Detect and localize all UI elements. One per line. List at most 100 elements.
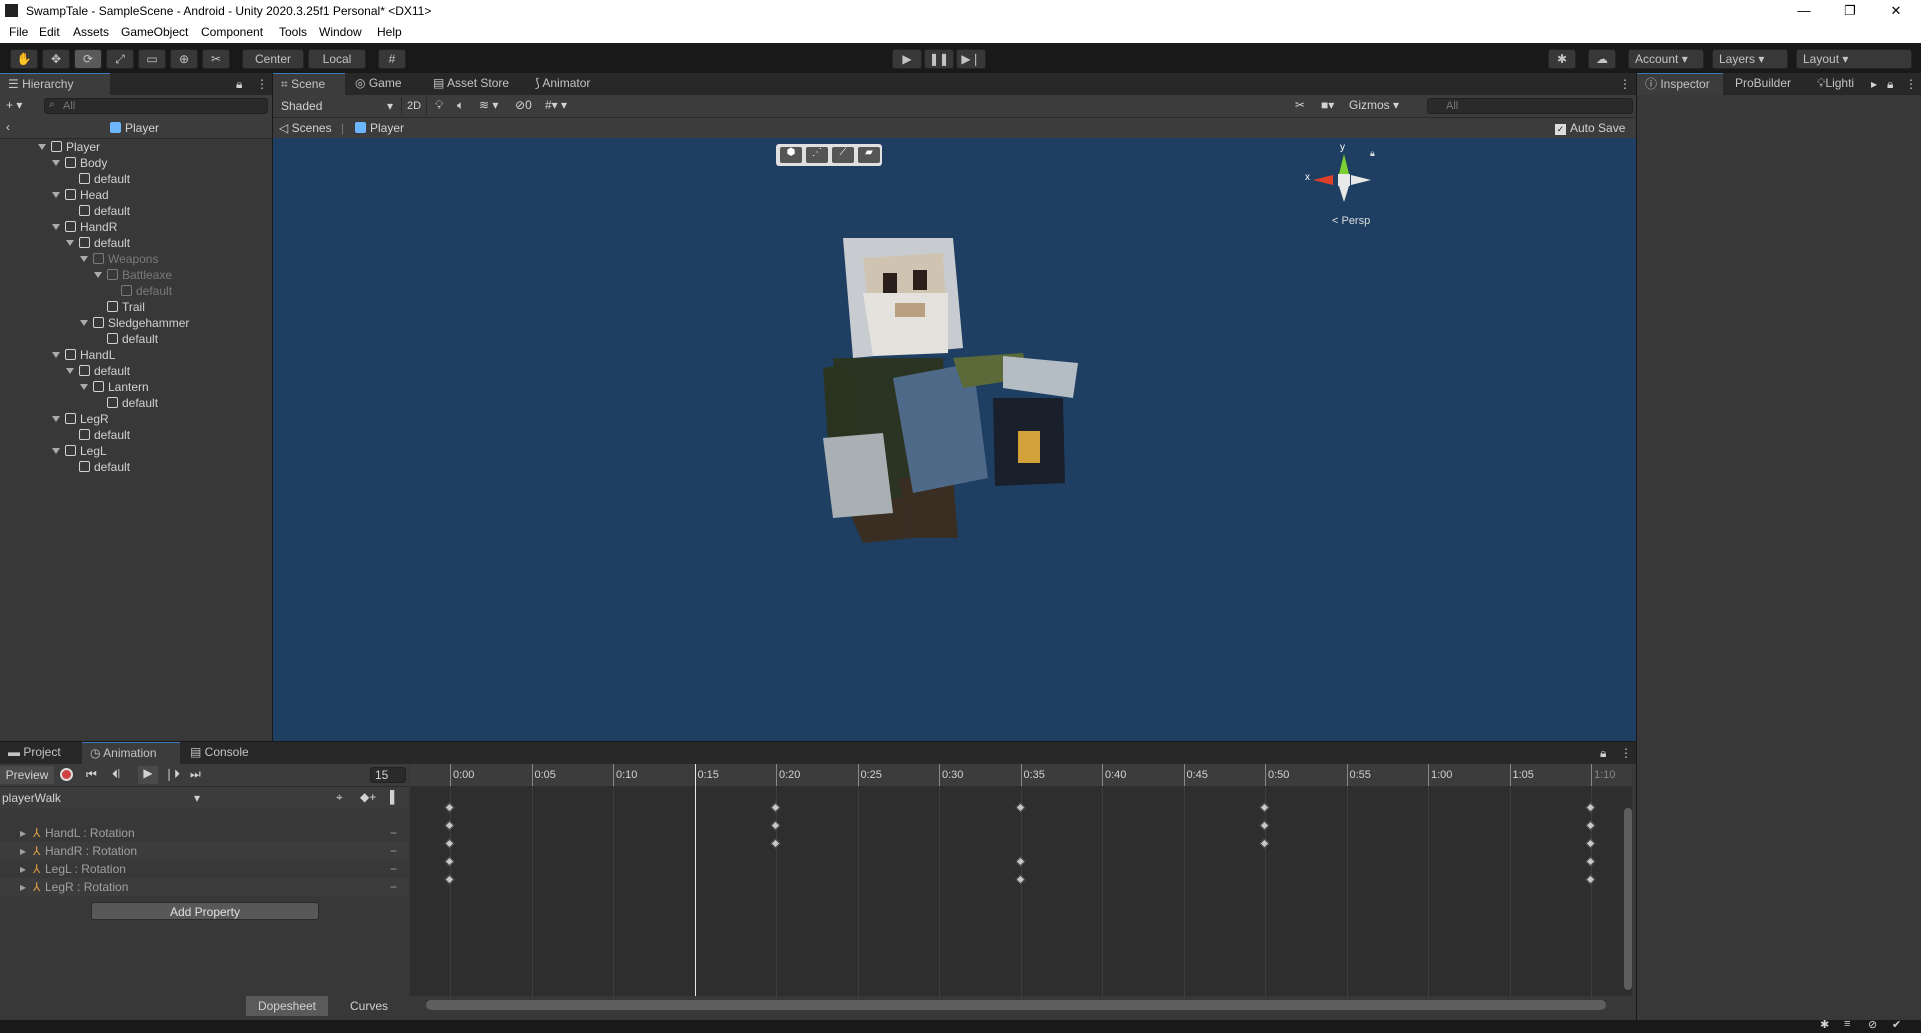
expand-arrow-icon[interactable]: ▸ xyxy=(20,878,26,896)
hierarchy-item[interactable]: default xyxy=(108,283,172,299)
expand-arrow-icon[interactable] xyxy=(80,320,88,326)
scale-tool-icon[interactable]: ⤢ xyxy=(106,49,134,69)
keyframe-area[interactable] xyxy=(410,764,1632,996)
hierarchy-item[interactable]: Trail xyxy=(94,299,145,315)
playhead[interactable] xyxy=(694,764,696,996)
curves-button[interactable]: Curves xyxy=(330,996,408,1016)
close-button[interactable]: ✕ xyxy=(1873,0,1919,22)
dopesheet-timeline[interactable]: 0:00 0:05 0:10 0:15 0:20 0:25 0:30 0:35 0:40 0:45… xyxy=(410,764,1632,1006)
anim-play-button[interactable]: ▶ xyxy=(138,766,158,784)
keyframe[interactable] xyxy=(1015,802,1025,813)
keyframe[interactable] xyxy=(770,820,781,831)
custom-tool-icon[interactable]: ✂ xyxy=(202,49,230,69)
expand-arrow-icon[interactable] xyxy=(66,368,74,374)
property-options-icon[interactable]: − xyxy=(390,860,397,878)
property-options-icon[interactable]: − xyxy=(390,824,397,842)
effects-icon[interactable]: ≋ ▾ xyxy=(479,98,498,112)
filter-selected-icon[interactable]: ⌖ xyxy=(336,790,343,805)
tab-game[interactable]: ◎ Game xyxy=(347,73,415,95)
keyframe[interactable] xyxy=(1585,838,1596,849)
inspector-lock-icon[interactable]: 🔒︎ xyxy=(1887,77,1893,92)
pivot-center-button[interactable]: Center xyxy=(242,49,304,69)
hierarchy-item[interactable]: LegL xyxy=(52,443,107,459)
account-dropdown[interactable]: Account ▾ xyxy=(1628,49,1704,69)
keyframe[interactable] xyxy=(1259,838,1270,849)
pivot-space-button[interactable]: Local xyxy=(308,49,366,69)
persp-label[interactable]: < Persp xyxy=(1332,215,1370,227)
tab-animator[interactable]: ⟆ Animator xyxy=(527,73,609,95)
y-axis-cone[interactable] xyxy=(1339,154,1349,174)
scene-more-icon[interactable]: ⋮ xyxy=(1619,77,1631,91)
first-key-button[interactable]: ⏮ xyxy=(86,767,97,782)
hidden-objects-icon[interactable]: ⊘0 xyxy=(515,98,532,112)
edge-mode-icon[interactable]: ⟋ xyxy=(832,147,854,163)
expand-arrow-icon[interactable] xyxy=(66,240,74,246)
tab-console[interactable]: ▤ Console xyxy=(182,742,262,764)
add-event-icon[interactable]: ▌ xyxy=(390,790,399,804)
expand-arrow-icon[interactable] xyxy=(52,448,60,454)
tab-inspector[interactable]: ⓘ Inspector xyxy=(1637,73,1723,95)
keyframe[interactable] xyxy=(1585,802,1596,813)
lock-icon[interactable]: 🔒︎ xyxy=(236,77,242,92)
gizmo-center[interactable] xyxy=(1338,174,1350,186)
keyframe[interactable] xyxy=(1259,820,1270,831)
hierarchy-item[interactable]: Lantern xyxy=(80,379,149,395)
transform-tool-icon[interactable]: ⊕ xyxy=(170,49,198,69)
expand-arrow-icon[interactable]: ▸ xyxy=(20,824,26,842)
tab-hierarchy[interactable]: ☰ Hierarchy xyxy=(0,73,110,95)
animated-property-row[interactable]: ▸ ⅄ HandR : Rotation − xyxy=(0,842,408,860)
gizmo-lock-icon[interactable]: 🔒︎ xyxy=(1370,148,1375,159)
menu-file[interactable]: File xyxy=(9,25,28,39)
progress-icon[interactable]: ≡ xyxy=(1844,1018,1850,1030)
property-options-icon[interactable]: − xyxy=(390,878,397,896)
minimize-button[interactable]: — xyxy=(1781,0,1827,22)
prev-key-button[interactable]: ⏴❘ xyxy=(112,767,120,782)
hierarchy-item[interactable]: default xyxy=(94,331,158,347)
tab-project[interactable]: ▬ Project xyxy=(0,742,80,764)
frame-input[interactable]: 15 xyxy=(370,767,406,783)
hierarchy-item[interactable]: HandR xyxy=(52,219,117,235)
vertex-mode-icon[interactable]: ⋰ xyxy=(806,147,828,163)
menu-assets[interactable]: Assets xyxy=(73,25,109,39)
player-breadcrumb[interactable]: Player xyxy=(355,121,404,135)
hierarchy-item[interactable]: Weapons xyxy=(80,251,158,267)
step-button[interactable]: ▶❘ xyxy=(956,49,986,69)
draw-mode-dropdown[interactable]: Shaded ▾ xyxy=(277,97,397,115)
keyframe[interactable] xyxy=(444,820,455,831)
move-tool-icon[interactable]: ✥ xyxy=(42,49,70,69)
2d-toggle[interactable]: 2D xyxy=(401,97,427,115)
add-property-button[interactable]: Add Property xyxy=(91,902,319,920)
check-icon[interactable]: ✔ xyxy=(1892,1018,1901,1031)
tools-icon[interactable]: ✂ xyxy=(1295,98,1305,112)
create-button[interactable]: + ▾ xyxy=(6,98,22,112)
tab-scroll-icon[interactable]: ▸ xyxy=(1871,77,1877,91)
z-axis-cone[interactable] xyxy=(1351,175,1371,185)
maximize-button[interactable]: ❐ xyxy=(1827,0,1873,22)
tab-lighting[interactable]: 💡︎Lighti xyxy=(1809,73,1869,95)
expand-arrow-icon[interactable] xyxy=(52,416,60,422)
animated-property-row[interactable]: ▸ ⅄ HandL : Rotation − xyxy=(0,824,408,842)
player-model[interactable] xyxy=(803,238,1103,558)
hierarchy-item[interactable]: Battleaxe xyxy=(94,267,172,283)
hierarchy-item[interactable]: default xyxy=(66,459,130,475)
animated-property-row[interactable]: ▸ ⅄ LegR : Rotation − xyxy=(0,878,408,896)
tab-animation[interactable]: ◷ Animation xyxy=(82,742,180,764)
vertical-scrollbar[interactable] xyxy=(1624,808,1632,990)
record-button[interactable] xyxy=(60,768,73,781)
x-axis-cone[interactable] xyxy=(1313,175,1333,185)
more-icon[interactable]: ⋮ xyxy=(256,77,268,91)
lighting-icon[interactable]: 💡︎ xyxy=(435,98,443,113)
keyframe[interactable] xyxy=(770,838,781,849)
next-key-button[interactable]: ❘⏵ xyxy=(164,767,180,782)
menu-edit[interactable]: Edit xyxy=(39,25,60,39)
hierarchy-item[interactable]: Head xyxy=(52,187,109,203)
inspector-more-icon[interactable]: ⋮ xyxy=(1905,77,1917,91)
hierarchy-item[interactable]: Sledgehammer xyxy=(80,315,189,331)
layers-dropdown[interactable]: Layers ▾ xyxy=(1712,49,1788,69)
add-keyframe-icon[interactable]: ◆+ xyxy=(360,790,376,804)
keyframe[interactable] xyxy=(1585,820,1596,831)
object-mode-icon[interactable]: ⬢ xyxy=(780,147,802,163)
keyframe[interactable] xyxy=(770,802,781,813)
last-key-button[interactable]: ⏭ xyxy=(190,767,201,782)
face-mode-icon[interactable]: ▰ xyxy=(858,147,880,163)
